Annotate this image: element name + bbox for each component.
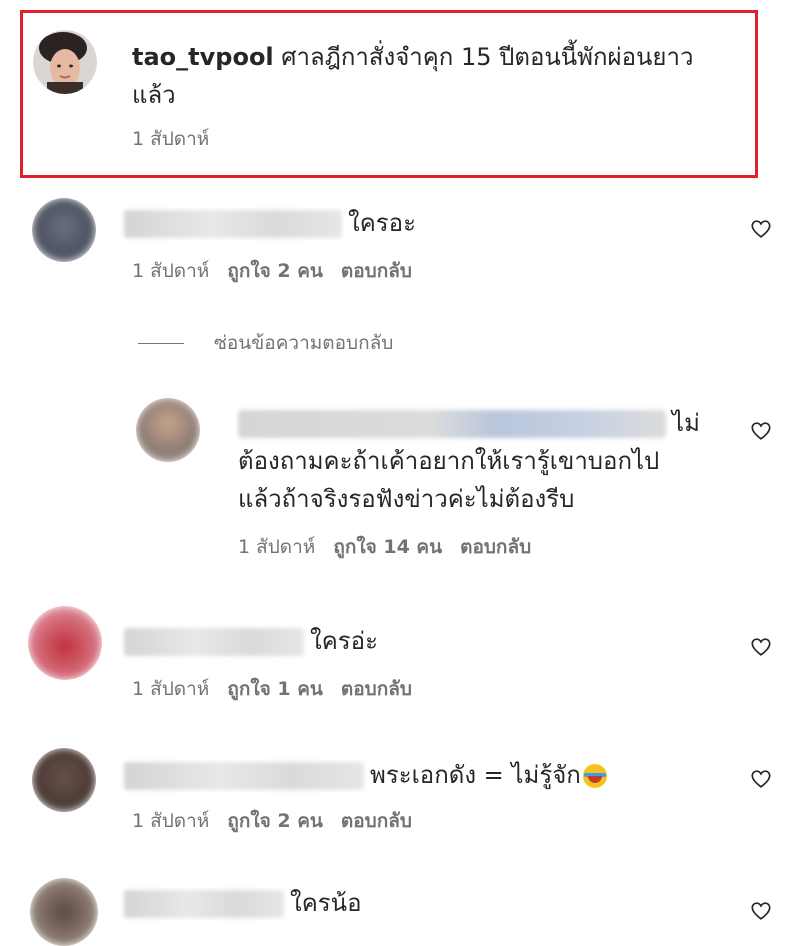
comment-text: ใครอ่ะ: [310, 627, 378, 655]
heart-icon[interactable]: [750, 768, 772, 790]
blurred-username: [238, 410, 666, 438]
avatar[interactable]: [136, 398, 200, 462]
comment-body: ใครอะ: [124, 204, 416, 242]
like-count[interactable]: ถูกใจ 2 คน: [227, 810, 323, 832]
reply-text-line1-end: ไม่: [672, 409, 700, 437]
reply-link[interactable]: ตอบกลับ: [341, 260, 412, 282]
laughing-emoji-icon: [582, 764, 607, 788]
comment-body: ใครอ่ะ: [124, 622, 378, 660]
like-count[interactable]: ถูกใจ 14 คน: [333, 536, 442, 558]
post-text-line2: แล้ว: [132, 81, 176, 109]
comment-text: ใครน้อ: [290, 889, 362, 917]
comment-meta: 1 สัปดาห์ ถูกใจ 2 คน ตอบกลับ: [132, 808, 430, 834]
comment-meta: 1 สัปดาห์ ถูกใจ 1 คน ตอบกลับ: [132, 676, 430, 702]
avatar[interactable]: [32, 748, 96, 812]
post-caption: tao_tvpool ศาลฎีกาสั่งจำคุก 15 ปีตอนนี้พ…: [132, 38, 742, 114]
blurred-username: [124, 210, 342, 238]
reply-text-line3: แล้วถ้าจริงรอฟังข่าวค่ะไม่ต้องรีบ: [238, 485, 575, 513]
reply-text-line2: ต้องถามคะถ้าเค้าอยากให้เรารู้เขาบอกไป: [238, 447, 660, 475]
post-timestamp: 1 สัปดาห์: [132, 128, 210, 150]
heart-icon[interactable]: [750, 420, 772, 442]
toggle-divider: [138, 342, 184, 344]
post-text: ศาลฎีกาสั่งจำคุก 15 ปีตอนนี้พักผ่อนยาว: [281, 43, 694, 71]
reply-time: 1 สัปดาห์: [238, 536, 316, 558]
heart-icon[interactable]: [750, 218, 772, 240]
hide-replies-label: ซ่อนข้อความตอบกลับ: [214, 332, 394, 354]
reply-link[interactable]: ตอบกลับ: [341, 678, 412, 700]
comment-time: 1 สัปดาห์: [132, 678, 210, 700]
reply-meta: 1 สัปดาห์ ถูกใจ 14 คน ตอบกลับ: [238, 534, 549, 560]
blurred-username: [124, 890, 284, 918]
avatar[interactable]: [28, 606, 102, 680]
comment-meta: 1 สัปดาห์ ถูกใจ 2 คน ตอบกลับ: [132, 258, 430, 284]
like-count[interactable]: ถูกใจ 2 คน: [227, 260, 323, 282]
reply-comment-body: ไม่ ต้องถามคะถ้าเค้าอยากให้เรารู้เขาบอกไ…: [238, 404, 738, 518]
reply-link[interactable]: ตอบกลับ: [460, 536, 531, 558]
blurred-username: [124, 762, 364, 790]
avatar[interactable]: [30, 878, 98, 946]
heart-icon[interactable]: [750, 636, 772, 658]
hide-replies-toggle[interactable]: ซ่อนข้อความตอบกลับ: [138, 328, 393, 358]
comment-time: 1 สัปดาห์: [132, 810, 210, 832]
avatar[interactable]: [32, 198, 96, 262]
comment-text: พระเอกดัง = ไม่รู้จัก: [370, 761, 581, 789]
blurred-username: [124, 628, 304, 656]
post-username[interactable]: tao_tvpool: [132, 43, 274, 71]
comment-body: พระเอกดัง = ไม่รู้จัก: [124, 756, 607, 794]
comment-text: ใครอะ: [348, 209, 416, 237]
comment-body: ใครน้อ: [124, 884, 361, 922]
post-author-avatar[interactable]: [33, 30, 97, 94]
reply-link[interactable]: ตอบกลับ: [341, 810, 412, 832]
like-count[interactable]: ถูกใจ 1 คน: [227, 678, 323, 700]
comment-time: 1 สัปดาห์: [132, 260, 210, 282]
